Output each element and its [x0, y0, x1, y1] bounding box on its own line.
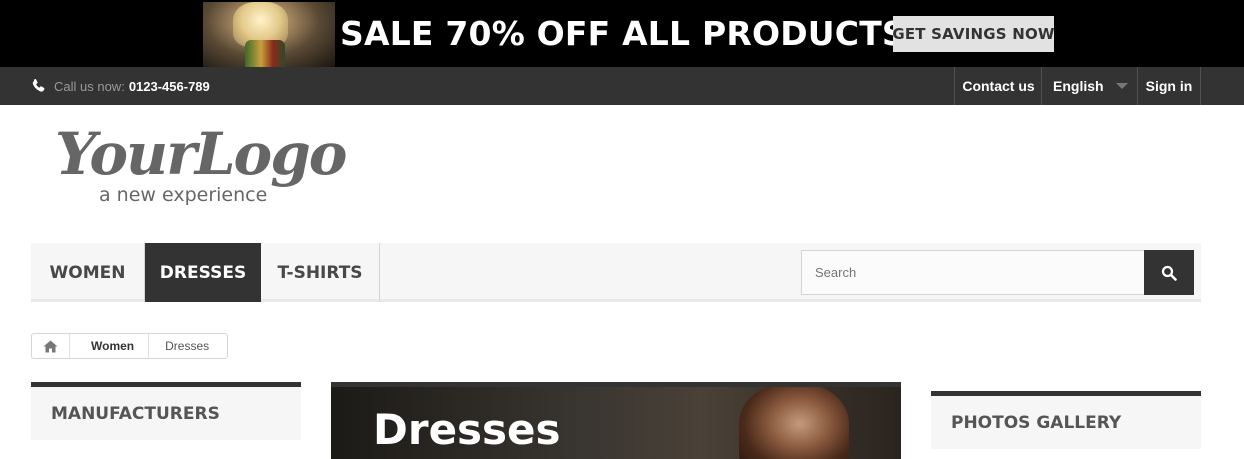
home-icon [43, 340, 58, 352]
menu-item-women[interactable]: WOMEN [31, 243, 145, 302]
banner-title: SALE 70% OFF ALL PRODUCTS [340, 14, 906, 53]
breadcrumb-dresses: Dresses [165, 339, 210, 353]
menu-item-dresses[interactable]: DRESSES [145, 243, 261, 302]
category-banner-model [739, 387, 849, 459]
contact-us-link[interactable]: Contact us [954, 67, 1042, 105]
manufacturers-heading[interactable]: MANUFACTURERS [31, 382, 301, 440]
language-label: English [1053, 78, 1104, 94]
category-title: Dresses [373, 405, 561, 454]
breadcrumb-women[interactable]: Women [70, 334, 150, 358]
get-savings-button[interactable]: GET SAVINGS NOW [892, 16, 1054, 52]
search-button[interactable] [1144, 250, 1194, 295]
search-icon [1161, 265, 1177, 281]
logo-script: YourLogo [55, 120, 347, 188]
call-us-label: Call us now: [54, 78, 125, 94]
top-nav-bar: Call us now: 0123-456-789 Contact us Eng… [0, 67, 1244, 105]
logo-tagline: a new experience [99, 184, 268, 206]
site-logo[interactable]: YourLogo a new experience [55, 120, 347, 215]
photos-gallery-heading[interactable]: PHOTOS GALLERY [931, 391, 1201, 449]
category-banner: Dresses [331, 382, 901, 459]
language-selector[interactable]: English [1041, 67, 1138, 105]
menu-item-tshirts[interactable]: T-SHIRTS [261, 243, 380, 302]
search-input[interactable] [801, 250, 1146, 295]
phone-number: 0123-456-789 [128, 78, 210, 94]
call-us-info: Call us now: 0123-456-789 [31, 67, 210, 105]
sign-in-link[interactable]: Sign in [1137, 67, 1201, 105]
breadcrumb-home[interactable] [32, 334, 70, 358]
phone-icon [32, 78, 45, 92]
banner-model-photo [203, 2, 335, 67]
caret-down-icon [1116, 83, 1128, 89]
breadcrumb: Women Dresses [31, 333, 228, 359]
promo-banner[interactable]: SALE 70% OFF ALL PRODUCTS GET SAVINGS NO… [0, 0, 1244, 67]
